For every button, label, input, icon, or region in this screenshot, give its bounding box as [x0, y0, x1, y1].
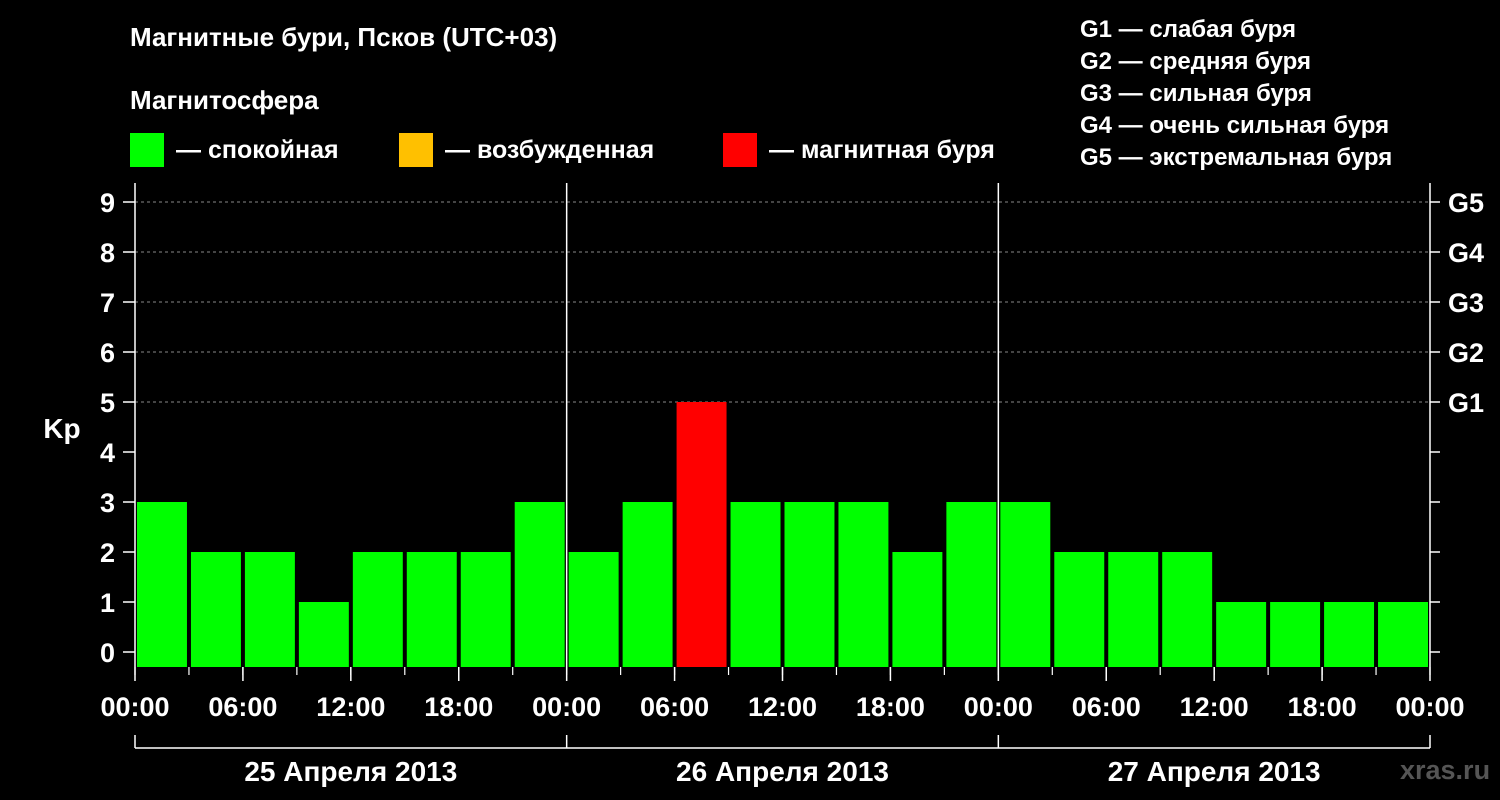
kp-bar [352, 552, 403, 667]
x-tick-label: 12:00 [1180, 692, 1249, 722]
y-tick-label: 5 [100, 388, 115, 418]
g-tick-label: G4 [1448, 238, 1484, 268]
kp-bar [1054, 552, 1105, 667]
kp-bar [190, 552, 241, 667]
x-tick-label: 12:00 [316, 692, 385, 722]
x-tick-label: 06:00 [640, 692, 709, 722]
kp-bar [1216, 602, 1267, 667]
kp-bar [676, 402, 727, 667]
kp-bar [622, 502, 673, 667]
kp-bar [892, 552, 943, 667]
g-tick-label: G2 [1448, 338, 1484, 368]
kp-bar [1162, 552, 1213, 667]
y-tick-label: 3 [100, 488, 115, 518]
y-tick-label: 2 [100, 538, 115, 568]
y-tick-label: 4 [100, 438, 115, 468]
g-tick-label: G3 [1448, 288, 1484, 318]
kp-bar [298, 602, 349, 667]
kp-bar [1000, 502, 1051, 667]
x-tick-label: 00:00 [964, 692, 1033, 722]
watermark: xras.ru [1400, 755, 1491, 785]
kp-bar [514, 502, 565, 667]
kp-bar [406, 552, 457, 667]
kp-bar [137, 502, 187, 667]
kp-bar [1108, 552, 1159, 667]
x-tick-label: 00:00 [100, 692, 169, 722]
kp-bar [946, 502, 997, 667]
kp-bar [730, 502, 781, 667]
day-label: 26 Апреля 2013 [676, 756, 889, 787]
g-tick-label: G5 [1448, 188, 1484, 218]
day-label: 25 Апреля 2013 [244, 756, 457, 787]
kp-bar [1324, 602, 1375, 667]
x-tick-label: 18:00 [424, 692, 493, 722]
kp-bar [838, 502, 889, 667]
y-tick-label: 6 [100, 338, 115, 368]
x-tick-label: 06:00 [208, 692, 277, 722]
kp-bar [1378, 602, 1428, 667]
y-tick-label: 8 [100, 238, 115, 268]
y-axis-label: Kp [43, 413, 80, 444]
kp-bar [244, 552, 295, 667]
day-label: 27 Апреля 2013 [1108, 756, 1321, 787]
y-tick-label: 7 [100, 288, 115, 318]
kp-bar [784, 502, 835, 667]
x-tick-label: 00:00 [532, 692, 601, 722]
x-tick-label: 12:00 [748, 692, 817, 722]
kp-bar-chart: 0 1 2 3 4 5 6 7 8 9 G1 G2 G3 G4 G5 Kp 00:00 06:00 12:00 18:… [43, 183, 1484, 787]
kp-bar [568, 552, 619, 667]
x-tick-label: 06:00 [1072, 692, 1141, 722]
kp-bar [1270, 602, 1321, 667]
x-tick-label: 18:00 [1288, 692, 1357, 722]
kp-bar [460, 552, 511, 667]
y-tick-label: 1 [100, 588, 115, 618]
y-tick-label: 9 [100, 188, 115, 218]
g-tick-label: G1 [1448, 388, 1484, 418]
x-tick-label: 00:00 [1395, 692, 1464, 722]
y-tick-label: 0 [100, 638, 115, 668]
x-tick-label: 18:00 [856, 692, 925, 722]
